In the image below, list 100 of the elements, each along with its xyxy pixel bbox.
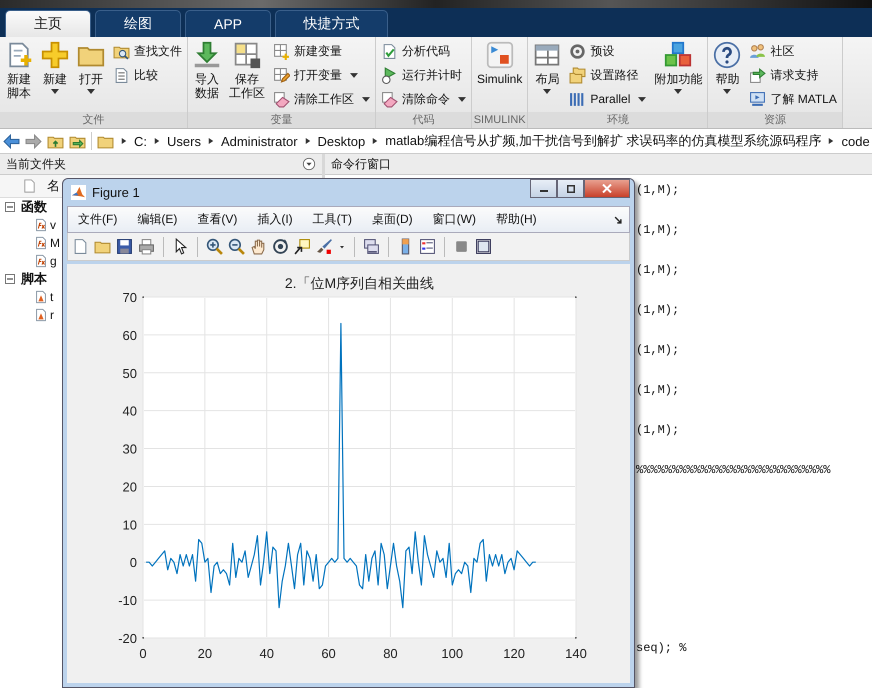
ribbon-button[interactable]: 新建变量 bbox=[270, 39, 373, 63]
ribbon-button[interactable]: 社区 bbox=[746, 39, 840, 63]
ribbon-button[interactable]: 保存 工作区 bbox=[226, 39, 268, 112]
group-label: 代码 bbox=[376, 112, 471, 128]
chevron-icon[interactable] bbox=[121, 137, 127, 145]
code-line: (1,M); bbox=[636, 182, 680, 199]
menu-item[interactable]: 文件(F) bbox=[78, 211, 118, 228]
menu-item[interactable]: 编辑(E) bbox=[137, 211, 178, 228]
code-line: (1,M); bbox=[636, 302, 680, 319]
chevron-icon[interactable] bbox=[304, 137, 311, 145]
minimize-button[interactable] bbox=[530, 179, 557, 198]
rotate-icon[interactable] bbox=[272, 238, 289, 255]
help-icon bbox=[713, 41, 742, 69]
y-tick-label: 0 bbox=[130, 555, 137, 570]
close-button[interactable] bbox=[584, 179, 630, 198]
menu-item[interactable]: 桌面(D) bbox=[372, 211, 413, 228]
ribbon-button[interactable]: 分析代码 bbox=[378, 39, 469, 63]
menu-item[interactable]: 工具(T) bbox=[312, 211, 352, 228]
group-label: 资源 bbox=[708, 112, 842, 128]
ribbon-button[interactable]: 打开 bbox=[74, 39, 108, 112]
collapse-toggle-icon[interactable] bbox=[5, 202, 15, 212]
close-icon bbox=[602, 184, 612, 193]
collapse-toggle-icon[interactable] bbox=[5, 274, 15, 284]
panel-title: 当前文件夹 bbox=[6, 156, 66, 172]
save-icon[interactable] bbox=[116, 238, 133, 255]
ribbon-button[interactable]: 运行并计时 bbox=[378, 63, 469, 87]
code-line: (1,M); bbox=[636, 222, 680, 239]
chevron-icon[interactable] bbox=[154, 137, 160, 145]
square-icon[interactable] bbox=[453, 238, 470, 255]
file-name[interactable]: M bbox=[50, 236, 60, 250]
ribbon-button[interactable]: 清除命令 bbox=[378, 87, 469, 111]
ribbon-tab[interactable]: 主页 bbox=[5, 10, 91, 37]
hand-icon[interactable] bbox=[250, 238, 267, 255]
undock-arrow-icon[interactable] bbox=[613, 215, 623, 225]
path-segment[interactable]: Users bbox=[167, 134, 201, 148]
ribbon-button[interactable]: 比较 bbox=[110, 63, 185, 87]
path-segment[interactable]: matlab编程信号从扩频,加干扰信号到解扩 求误码率的仿真模型系统源码程序 bbox=[385, 132, 822, 150]
menu-item[interactable]: 帮助(H) bbox=[496, 211, 537, 228]
forward-arrow-icon[interactable] bbox=[25, 132, 42, 150]
ribbon-tab[interactable]: 快捷方式 bbox=[275, 10, 388, 37]
ribbon-button[interactable]: 了解 MATLA bbox=[746, 87, 840, 111]
ribbon-button[interactable]: 导入 数据 bbox=[190, 39, 224, 112]
script-file-icon bbox=[34, 307, 48, 323]
file-name[interactable]: g bbox=[50, 254, 57, 268]
y-tick-label: -20 bbox=[118, 631, 137, 646]
section-label[interactable]: 脚本 bbox=[21, 270, 47, 288]
ribbon-button[interactable]: 新建 脚本 bbox=[2, 39, 36, 112]
ribbon-button[interactable]: 清除工作区 bbox=[270, 87, 373, 111]
dropdown-icon[interactable] bbox=[302, 157, 316, 171]
file-name[interactable]: r bbox=[50, 308, 54, 322]
ribbon-button[interactable]: 打开变量 bbox=[270, 63, 373, 87]
zoom-in-icon[interactable] bbox=[206, 238, 223, 255]
path-segment[interactable]: Administrator bbox=[220, 134, 298, 148]
section-label[interactable]: 函数 bbox=[21, 198, 47, 216]
ribbon-button[interactable]: Parallel bbox=[566, 87, 650, 111]
maximize-button[interactable] bbox=[557, 179, 584, 198]
ribbon-button[interactable]: Simulink bbox=[474, 39, 526, 112]
brush-icon[interactable] bbox=[316, 238, 333, 255]
path-segment[interactable]: Desktop bbox=[318, 134, 366, 148]
y-tick-label: -10 bbox=[118, 593, 137, 608]
x-tick-label: 40 bbox=[259, 646, 274, 661]
y-tick-label: 30 bbox=[122, 442, 137, 457]
menu-item[interactable]: 插入(I) bbox=[257, 211, 293, 228]
new-file-icon[interactable] bbox=[72, 238, 89, 255]
file-name[interactable]: v bbox=[50, 218, 56, 232]
ribbon-button[interactable]: 预设 bbox=[566, 39, 650, 63]
ribbon-tab[interactable]: 绘图 bbox=[95, 10, 181, 37]
data-cursor-icon[interactable] bbox=[294, 238, 311, 255]
zoom-out-icon[interactable] bbox=[228, 238, 245, 255]
ribbon-button[interactable]: 请求支持 bbox=[746, 63, 840, 87]
ribbon-button[interactable]: 附加功能 bbox=[651, 39, 706, 112]
function-file-icon bbox=[34, 235, 48, 251]
path-segment[interactable]: code bbox=[841, 134, 870, 148]
legend-icon[interactable] bbox=[419, 238, 436, 255]
y-tick-label: 50 bbox=[122, 366, 137, 381]
path-segment[interactable]: C: bbox=[134, 134, 147, 148]
ribbon-button[interactable]: 查找文件 bbox=[110, 39, 185, 63]
menu-item[interactable]: 查看(V) bbox=[197, 211, 238, 228]
ribbon-button[interactable]: 布局 bbox=[530, 39, 564, 112]
ribbon-tab[interactable]: APP bbox=[185, 10, 271, 37]
x-tick-label: 60 bbox=[321, 646, 336, 661]
printer-icon[interactable] bbox=[138, 238, 155, 255]
x-tick-label: 100 bbox=[441, 646, 464, 661]
file-name[interactable]: t bbox=[50, 290, 54, 304]
chevron-icon[interactable] bbox=[372, 137, 378, 145]
chevron-icon[interactable] bbox=[828, 137, 834, 145]
ribbon-button[interactable]: 帮助 bbox=[710, 39, 744, 112]
column-header[interactable]: 名 bbox=[47, 177, 60, 195]
settings-icon bbox=[569, 42, 586, 60]
window-icon[interactable] bbox=[475, 238, 492, 255]
chevron-icon[interactable] bbox=[208, 137, 214, 145]
menu-item[interactable]: 窗口(W) bbox=[432, 211, 476, 228]
document-check-icon bbox=[381, 42, 398, 60]
document-icon bbox=[22, 178, 37, 194]
play-clock-icon bbox=[381, 66, 398, 84]
ribbon-button[interactable]: 新建 bbox=[38, 39, 72, 112]
ribbon-button[interactable]: 设置路径 bbox=[566, 63, 650, 87]
back-arrow-icon[interactable] bbox=[3, 132, 20, 150]
link-icon[interactable] bbox=[363, 238, 380, 255]
folders-icon bbox=[569, 66, 586, 84]
